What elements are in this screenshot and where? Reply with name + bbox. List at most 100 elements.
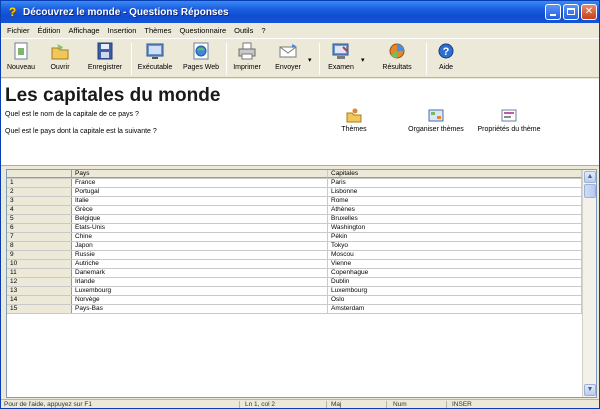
cell-capitale[interactable]: Paris [328, 179, 582, 187]
table-row[interactable]: 6 États-Unis Washington [7, 224, 582, 233]
table-row[interactable]: 4 Grèce Athènes [7, 206, 582, 215]
cell-pays[interactable]: Grèce [72, 206, 328, 214]
send-dropdown-icon[interactable]: ▾ [308, 56, 312, 64]
table-row[interactable]: 5 Belgique Bruxelles [7, 215, 582, 224]
maximize-icon [567, 8, 575, 15]
cell-capitale[interactable]: Athènes [328, 206, 582, 214]
cell-pays[interactable]: Chine [72, 233, 328, 241]
table-row[interactable]: 13 Luxembourg Luxembourg [7, 287, 582, 296]
vertical-scrollbar[interactable]: ▲ ▼ [582, 170, 596, 397]
row-number: 2 [7, 188, 72, 196]
open-folder-icon [49, 41, 71, 62]
title-bar[interactable]: ? Découvrez le monde - Questions Réponse… [1, 1, 599, 23]
status-separator [446, 401, 447, 408]
cell-pays[interactable]: Belgique [72, 215, 328, 223]
print-button[interactable]: Imprimer [230, 40, 264, 77]
organize-themes-icon [427, 107, 445, 123]
open-label: Ouvrir [50, 64, 70, 71]
print-label: Imprimer [233, 64, 261, 71]
cell-capitale[interactable]: Washington [328, 224, 582, 232]
cell-pays[interactable]: Japon [72, 242, 328, 250]
questionnaire-header: Les capitales du monde Quel est le nom d… [1, 79, 599, 166]
table-row[interactable]: 12 Irlande Dublin [7, 278, 582, 287]
cell-capitale[interactable]: Copenhague [328, 269, 582, 277]
cell-capitale[interactable]: Oslo [328, 296, 582, 304]
web-pages-icon [190, 41, 212, 62]
toolbar-separator [319, 43, 320, 75]
cell-pays[interactable]: Portugal [72, 188, 328, 196]
cell-pays[interactable]: Autriche [72, 260, 328, 268]
menu-insertion[interactable]: Insertion [104, 26, 141, 35]
minimize-button[interactable] [545, 4, 561, 20]
results-button[interactable]: Résultats [377, 40, 417, 77]
cell-capitale[interactable]: Tokyo [328, 242, 582, 250]
table-row[interactable]: 15 Pays-Bas Amsterdam [7, 305, 582, 314]
column-header-pays[interactable]: Pays [72, 170, 328, 178]
exam-dropdown-icon[interactable]: ▾ [361, 56, 365, 64]
menu-themes[interactable]: Thèmes [140, 26, 175, 35]
help-label: Aide [438, 64, 453, 71]
table-row[interactable]: 11 Danemark Copenhague [7, 269, 582, 278]
capitals-grid[interactable]: Pays Capitales 1 France Paris 2 Portugal… [6, 169, 597, 398]
menu-questionnaire[interactable]: Questionnaire [175, 26, 230, 35]
page-title: Les capitales du monde [5, 85, 221, 106]
cell-pays[interactable]: Luxembourg [72, 287, 328, 295]
menu-help[interactable]: ? [257, 26, 269, 35]
table-row[interactable]: 7 Chine Pékin [7, 233, 582, 242]
cell-pays[interactable]: Russie [72, 251, 328, 259]
menu-bar: Fichier Édition Affichage Insertion Thèm… [1, 23, 599, 37]
menu-fichier[interactable]: Fichier [3, 26, 34, 35]
cell-capitale[interactable]: Vienne [328, 260, 582, 268]
cell-capitale[interactable]: Luxembourg [328, 287, 582, 295]
cell-capitale[interactable]: Dublin [328, 278, 582, 286]
table-row[interactable]: 1 France Paris [7, 179, 582, 188]
menu-affichage[interactable]: Affichage [64, 26, 103, 35]
cell-pays[interactable]: France [72, 179, 328, 187]
theme-properties-button[interactable]: Propriétés du thème [471, 106, 547, 133]
maximize-button[interactable] [563, 4, 579, 20]
close-button[interactable]: ✕ [581, 4, 597, 20]
cell-pays[interactable]: Norvège [72, 296, 328, 304]
new-label: Nouveau [6, 64, 36, 71]
scroll-thumb[interactable] [584, 184, 596, 198]
cell-capitale[interactable]: Pékin [328, 233, 582, 241]
cell-pays[interactable]: États-Unis [72, 224, 328, 232]
menu-edition[interactable]: Édition [34, 26, 65, 35]
table-row[interactable]: 8 Japon Tokyo [7, 242, 582, 251]
table-row[interactable]: 10 Autriche Vienne [7, 260, 582, 269]
cell-capitale[interactable]: Amsterdam [328, 305, 582, 313]
help-button[interactable]: ? Aide [431, 40, 461, 77]
table-row[interactable]: 2 Portugal Lisbonne [7, 188, 582, 197]
cell-pays[interactable]: Pays-Bas [72, 305, 328, 313]
row-number: 3 [7, 197, 72, 205]
scroll-down-button[interactable]: ▼ [584, 384, 596, 396]
cell-capitale[interactable]: Moscou [328, 251, 582, 259]
web-pages-button[interactable]: Pages Web [181, 40, 221, 77]
toolbar-separator [131, 43, 132, 75]
themes-icon [345, 107, 363, 123]
executable-button[interactable]: Exécutable [135, 40, 175, 77]
cell-capitale[interactable]: Rome [328, 197, 582, 205]
cell-capitale[interactable]: Lisbonne [328, 188, 582, 196]
status-position: Ln 1, col 2 [245, 401, 275, 408]
theme-properties-icon [500, 107, 518, 123]
themes-button[interactable]: Thèmes [337, 106, 371, 133]
row-number: 7 [7, 233, 72, 241]
menu-outils[interactable]: Outils [230, 26, 257, 35]
row-number: 6 [7, 224, 72, 232]
table-row[interactable]: 3 Italie Rome [7, 197, 582, 206]
new-button[interactable]: Nouveau [4, 40, 38, 77]
cell-pays[interactable]: Italie [72, 197, 328, 205]
column-header-capitales[interactable]: Capitales [328, 170, 582, 178]
table-row[interactable]: 14 Norvège Oslo [7, 296, 582, 305]
cell-capitale[interactable]: Bruxelles [328, 215, 582, 223]
cell-pays[interactable]: Irlande [72, 278, 328, 286]
send-button[interactable]: Envoyer [270, 40, 306, 77]
table-row[interactable]: 9 Russie Moscou [7, 251, 582, 260]
cell-pays[interactable]: Danemark [72, 269, 328, 277]
open-button[interactable]: Ouvrir [45, 40, 75, 77]
exam-button[interactable]: Examen [323, 40, 359, 77]
save-button[interactable]: Enregistrer [84, 40, 126, 77]
organize-themes-button[interactable]: Organiser thèmes [404, 106, 468, 133]
scroll-up-button[interactable]: ▲ [584, 171, 596, 183]
